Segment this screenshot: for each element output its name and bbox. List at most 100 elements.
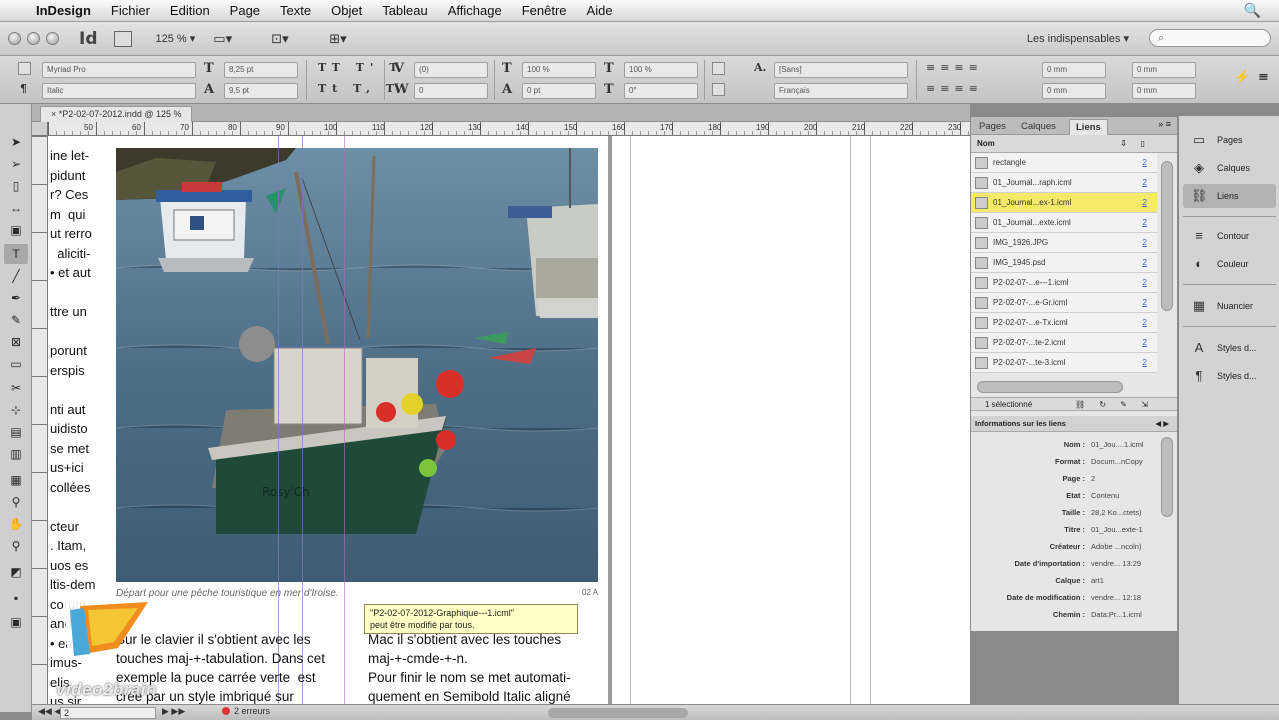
eyedropper-tool-icon[interactable]: ⚲ — [4, 492, 28, 512]
page-column-icon[interactable]: ▯ — [1141, 135, 1145, 152]
link-page-link[interactable]: 2 — [1143, 333, 1147, 352]
tracking-field[interactable]: 0 — [414, 83, 488, 99]
link-page-link[interactable]: 2 — [1143, 213, 1147, 232]
link-page-link[interactable]: 2 — [1143, 173, 1147, 192]
panel-menu-icon[interactable]: » ≡ — [1158, 119, 1171, 129]
dock-character-styles[interactable]: A Styles d... — [1183, 336, 1276, 360]
link-row[interactable]: P2-02-07-...e-Tx.icml 2 — [971, 313, 1157, 333]
stroke-none-icon[interactable] — [712, 83, 725, 96]
fill-text-icon[interactable] — [712, 62, 725, 75]
links-horizontal-scrollbar[interactable] — [977, 381, 1123, 393]
gap-tool-icon[interactable]: ↔ — [4, 198, 28, 218]
vertical-scale-field[interactable]: 100 % — [522, 62, 596, 78]
apply-color-icon[interactable]: ▪ — [4, 588, 28, 608]
link-info-header[interactable]: Informations sur les liens ◀ ▶ — [971, 416, 1177, 432]
character-mode-icon[interactable] — [18, 62, 31, 75]
font-family-field[interactable]: Myriad Pro — [42, 62, 196, 78]
preflight-status[interactable]: 2 erreurs — [234, 706, 270, 716]
view-options-button[interactable]: ▭▾ — [213, 31, 253, 47]
name-column-header[interactable]: Nom — [977, 139, 995, 148]
link-row[interactable]: 01_Journal...raph.icml 2 — [971, 173, 1157, 193]
panel-menu-icon[interactable]: ≡ — [1258, 70, 1269, 85]
body-text-right[interactable]: Mac il s'obtient avec les touches maj-+-… — [368, 630, 604, 704]
leading-field[interactable]: 9,5 pt — [224, 83, 298, 99]
link-row[interactable]: P2-02-07-...te-3.icml 2 — [971, 353, 1157, 373]
dock-calques[interactable]: ◈ Calques — [1183, 156, 1276, 180]
link-page-link[interactable]: 2 — [1143, 233, 1147, 252]
link-page-link[interactable]: 2 — [1143, 353, 1147, 372]
baseline-shift-field[interactable]: 0 pt — [522, 83, 596, 99]
gradient-swatch-tool-icon[interactable]: ▤ — [4, 422, 28, 442]
scissors-tool-icon[interactable]: ✂ — [4, 378, 28, 398]
note-tool-icon[interactable]: ▦ — [4, 470, 28, 490]
link-page-link[interactable]: 2 — [1143, 153, 1147, 172]
dock-nuancier[interactable]: ▦ Nuancier — [1183, 294, 1276, 318]
zoom-tool-icon[interactable]: ⚲ — [4, 536, 28, 556]
language-dropdown[interactable]: Français — [774, 83, 908, 99]
menu-indesign[interactable]: InDesign — [36, 3, 91, 18]
next-page-icon[interactable]: ▶ ▶▶ — [162, 706, 185, 717]
line-tool-icon[interactable]: ╱ — [4, 266, 28, 286]
font-style-field[interactable]: Italic — [42, 83, 196, 99]
space-before-field[interactable]: 0 mm — [1042, 83, 1106, 99]
all-caps-icon[interactable]: TT T' T — [318, 61, 403, 74]
menu-tableau[interactable]: Tableau — [382, 3, 428, 18]
dock-couleur[interactable]: ◐ Couleur — [1183, 252, 1276, 276]
link-action-icons[interactable]: ⛓ ↻ ✎ ⇲ — [1075, 398, 1154, 412]
horizontal-scale-field[interactable]: 100 % — [624, 62, 698, 78]
right-indent-field[interactable]: 0 mm — [1132, 62, 1196, 78]
link-page-link[interactable]: 2 — [1143, 193, 1147, 212]
first-page-icon[interactable]: ◀◀ ◀ — [38, 706, 61, 717]
skew-field[interactable]: 0° — [624, 83, 698, 99]
horizontal-scrollbar[interactable] — [548, 708, 688, 718]
link-page-link[interactable]: 2 — [1143, 273, 1147, 292]
tab-calques[interactable]: Calques — [1015, 119, 1062, 135]
link-row[interactable]: IMG_1945.psd 2 — [971, 253, 1157, 273]
ruler-origin[interactable] — [32, 122, 48, 136]
link-row[interactable]: IMG_1926.JPG 2 — [971, 233, 1157, 253]
dock-paragraph-styles[interactable]: ¶ Styles d... — [1183, 364, 1276, 388]
page-tool-icon[interactable]: ▯ — [4, 176, 28, 196]
arrange-documents-button[interactable]: ⊞▾ — [329, 31, 369, 47]
small-caps-icon[interactable]: Tt T, T — [318, 82, 400, 95]
hand-tool-icon[interactable]: ✋ — [4, 514, 28, 534]
link-row[interactable]: 01_Journal...exte.icml 2 — [971, 213, 1157, 233]
document-tab[interactable]: × *P2-02-07-2012.indd @ 125 % — [40, 106, 193, 122]
document-canvas[interactable]: ine let- pidunt r? Ces m qui ut rerro al… — [48, 136, 970, 704]
menu-texte[interactable]: Texte — [280, 3, 311, 18]
zoom-level-dropdown[interactable]: 125 % ▾ — [156, 32, 196, 45]
link-info-scrollbar[interactable] — [1161, 437, 1173, 517]
link-row[interactable]: P2-02-07-...te-2.icml 2 — [971, 333, 1157, 353]
tab-liens[interactable]: Liens — [1069, 119, 1108, 135]
screen-mode-icon[interactable]: ▣ — [4, 612, 28, 632]
page-right[interactable] — [612, 136, 970, 704]
content-collector-icon[interactable]: ▣ — [4, 220, 28, 240]
link-row[interactable]: P2-02-07-...e---1.icml 2 — [971, 273, 1157, 293]
links-list-scrollbar[interactable] — [1161, 161, 1173, 311]
page-number-field[interactable]: 2 — [60, 707, 156, 719]
menu-objet[interactable]: Objet — [331, 3, 362, 18]
dock-contour[interactable]: ≡ Contour — [1183, 224, 1276, 248]
gradient-feather-tool-icon[interactable]: ▥ — [4, 444, 28, 464]
quick-apply-icon[interactable]: ⚡ — [1234, 70, 1250, 85]
link-page-link[interactable]: 2 — [1143, 313, 1147, 332]
guide-line[interactable] — [278, 136, 279, 704]
minimize-window-button[interactable] — [27, 32, 40, 45]
dock-pages[interactable]: ▭ Pages — [1183, 128, 1276, 152]
font-size-field[interactable]: 8,25 pt — [224, 62, 298, 78]
close-window-button[interactable] — [8, 32, 21, 45]
space-after-field[interactable]: 0 mm — [1132, 83, 1196, 99]
guide-line[interactable] — [302, 136, 303, 704]
menu-page[interactable]: Page — [230, 3, 260, 18]
spotlight-search-icon[interactable]: 🔍 — [1244, 2, 1261, 19]
sort-icon[interactable]: ⇩ — [1120, 135, 1127, 152]
close-tab-icon[interactable]: × — [51, 109, 59, 119]
menu-fenetre[interactable]: Fenêtre — [522, 3, 567, 18]
link-row[interactable]: rectangle 2 — [971, 153, 1157, 173]
menu-aide[interactable]: Aide — [587, 3, 613, 18]
kerning-field[interactable]: (0) — [414, 62, 488, 78]
prev-next-link-icons[interactable]: ◀ ▶ — [1155, 416, 1169, 432]
direct-selection-tool-icon[interactable]: ➢ — [4, 154, 28, 174]
left-indent-field[interactable]: 0 mm — [1042, 62, 1106, 78]
link-row[interactable]: P2-02-07-...e-Gr.icml 2 — [971, 293, 1157, 313]
